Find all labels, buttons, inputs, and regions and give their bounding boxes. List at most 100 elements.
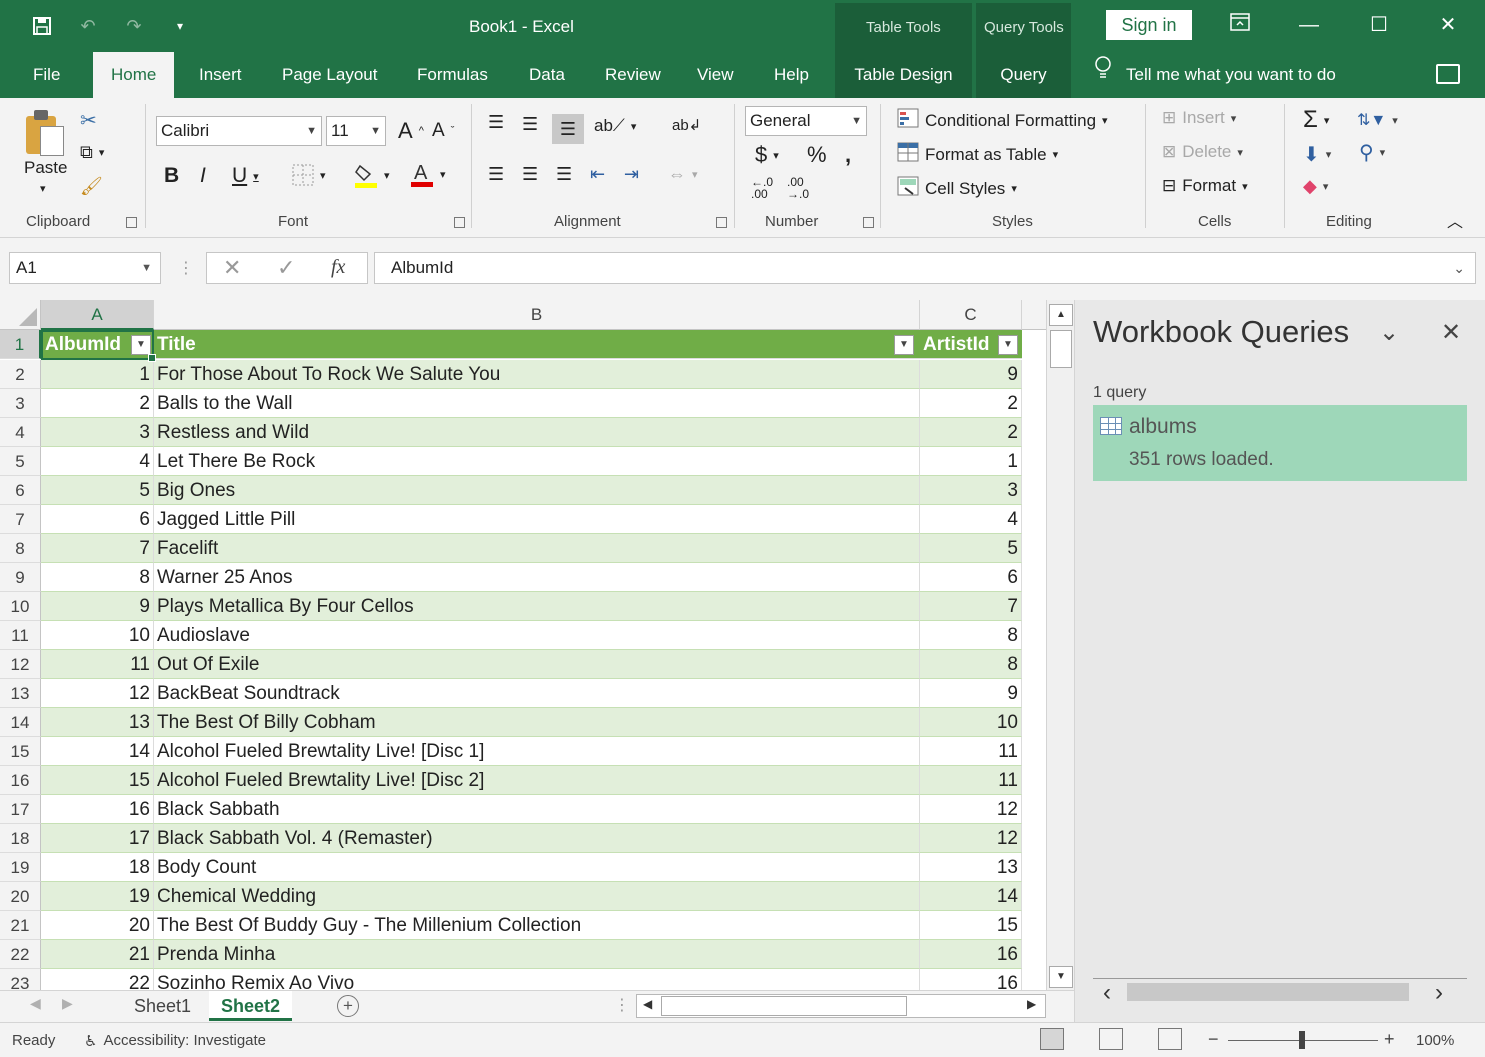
name-box[interactable]: A1 ▼ bbox=[9, 252, 161, 284]
cell-albumid[interactable]: 20 bbox=[41, 911, 154, 940]
comments-icon[interactable] bbox=[1436, 64, 1460, 84]
decrease-font-size-icon[interactable]: Aˇ bbox=[432, 120, 454, 142]
cell-artistid[interactable]: 9 bbox=[920, 679, 1022, 708]
cell-title[interactable]: Big Ones bbox=[154, 476, 920, 505]
scroll-up-icon[interactable]: ▲ bbox=[1049, 304, 1073, 326]
cell-artistid[interactable]: 1 bbox=[920, 447, 1022, 476]
cell-artistid[interactable]: 9 bbox=[920, 360, 1022, 389]
cell-title[interactable]: Warner 25 Anos bbox=[154, 563, 920, 592]
cell-albumid[interactable]: 22 bbox=[41, 969, 154, 990]
cell-title[interactable]: The Best Of Buddy Guy - The Millenium Co… bbox=[154, 911, 920, 940]
row-header[interactable]: 14 bbox=[0, 708, 41, 737]
cell-artistid[interactable]: 16 bbox=[920, 940, 1022, 969]
pane-scroll-left-icon[interactable]: ‹ bbox=[1103, 979, 1111, 1007]
cell-title[interactable]: BackBeat Soundtrack bbox=[154, 679, 920, 708]
cell-title[interactable]: Audioslave bbox=[154, 621, 920, 650]
wrap-text-icon[interactable]: ab↲ bbox=[672, 116, 701, 134]
scroll-left-icon[interactable]: ◀ bbox=[643, 997, 652, 1011]
cell-albumid[interactable]: 10 bbox=[41, 621, 154, 650]
cell-albumid[interactable]: 1 bbox=[41, 360, 154, 389]
insert-cells-button[interactable]: ⊞ Insert ▾ bbox=[1162, 108, 1236, 128]
pane-horizontal-scrollbar[interactable]: ‹ › bbox=[1093, 978, 1467, 1007]
autosum-icon[interactable]: Σ ▾ bbox=[1303, 106, 1329, 134]
align-right-icon[interactable]: ☰ bbox=[556, 164, 572, 185]
pane-scroll-right-icon[interactable]: › bbox=[1435, 979, 1443, 1007]
add-sheet-icon[interactable]: + bbox=[337, 995, 359, 1017]
cell-albumid[interactable]: 13 bbox=[41, 708, 154, 737]
cell-artistid[interactable]: 3 bbox=[920, 476, 1022, 505]
cell-albumid[interactable]: 15 bbox=[41, 766, 154, 795]
fill-icon[interactable]: ⬇ ▾ bbox=[1303, 142, 1331, 167]
cell-title[interactable]: Jagged Little Pill bbox=[154, 505, 920, 534]
cell-title[interactable]: Balls to the Wall bbox=[154, 389, 920, 418]
cell-artistid[interactable]: 2 bbox=[920, 389, 1022, 418]
pane-close-icon[interactable]: ✕ bbox=[1441, 318, 1461, 347]
cell-title[interactable]: Black Sabbath bbox=[154, 795, 920, 824]
cancel-icon[interactable]: ✕ bbox=[223, 255, 241, 281]
sheet-prev-icon[interactable]: ◀ bbox=[30, 995, 41, 1012]
middle-align-icon[interactable]: ☰ bbox=[522, 114, 538, 135]
tab-formulas[interactable]: Formulas bbox=[417, 52, 488, 98]
increase-font-size-icon[interactable]: A ^ bbox=[398, 118, 424, 144]
cell-title[interactable]: The Best Of Billy Cobham bbox=[154, 708, 920, 737]
paste-dropdown-icon[interactable]: ▾ bbox=[40, 182, 46, 195]
maximize-icon[interactable]: ☐ bbox=[1362, 10, 1396, 40]
cell-title[interactable]: Sozinho Remix Ao Vivo bbox=[154, 969, 920, 990]
select-all-button[interactable] bbox=[0, 300, 41, 330]
save-icon[interactable] bbox=[28, 12, 56, 40]
cell-title[interactable]: Body Count bbox=[154, 853, 920, 882]
format-painter-icon[interactable]: 🖌 bbox=[80, 176, 103, 197]
cell-title[interactable]: Restless and Wild bbox=[154, 418, 920, 447]
vertical-scrollbar[interactable]: ▲ ▼ bbox=[1046, 300, 1074, 990]
sheet-next-icon[interactable]: ▶ bbox=[62, 995, 73, 1012]
tab-table-design[interactable]: Table Design bbox=[835, 52, 972, 98]
alignment-launcher-icon[interactable] bbox=[716, 217, 727, 228]
cell-title[interactable]: Alcohol Fueled Brewtality Live! [Disc 2] bbox=[154, 766, 920, 795]
percent-icon[interactable]: % bbox=[807, 142, 827, 168]
cell-artistid[interactable]: 12 bbox=[920, 824, 1022, 853]
merge-center-icon[interactable]: ⇔ ▾ bbox=[668, 164, 698, 185]
cell-title[interactable]: Facelift bbox=[154, 534, 920, 563]
column-header-d[interactable] bbox=[1022, 300, 1046, 330]
row-header[interactable]: 13 bbox=[0, 679, 41, 708]
header-cell-artistid[interactable]: ArtistId ▼ bbox=[920, 330, 1022, 359]
font-launcher-icon[interactable] bbox=[454, 217, 465, 228]
comma-style-icon[interactable]: , bbox=[845, 142, 851, 168]
font-name-select[interactable]: Calibri ▼ bbox=[156, 116, 322, 146]
currency-icon[interactable]: $ ▾ bbox=[755, 142, 779, 168]
query-item-albums[interactable]: albums 351 rows loaded. bbox=[1093, 405, 1467, 481]
scroll-right-icon[interactable]: ▶ bbox=[1027, 997, 1036, 1011]
row-header[interactable]: 5 bbox=[0, 447, 41, 476]
cell-artistid[interactable]: 8 bbox=[920, 621, 1022, 650]
row-header[interactable]: 7 bbox=[0, 505, 41, 534]
cell-albumid[interactable]: 9 bbox=[41, 592, 154, 621]
redo-icon[interactable]: ↷ bbox=[120, 12, 148, 40]
number-launcher-icon[interactable] bbox=[863, 217, 874, 228]
cell-artistid[interactable]: 11 bbox=[920, 766, 1022, 795]
row-header[interactable]: 3 bbox=[0, 389, 41, 418]
row-header[interactable]: 12 bbox=[0, 650, 41, 679]
row-header[interactable]: 11 bbox=[0, 621, 41, 650]
cell-artistid[interactable]: 13 bbox=[920, 853, 1022, 882]
row-header[interactable]: 15 bbox=[0, 737, 41, 766]
cell-title[interactable]: Prenda Minha bbox=[154, 940, 920, 969]
decrease-indent-icon[interactable]: ⇤ bbox=[590, 164, 605, 185]
minimize-icon[interactable]: — bbox=[1292, 10, 1326, 40]
top-align-icon[interactable]: ☰ bbox=[488, 112, 504, 133]
row-header[interactable]: 8 bbox=[0, 534, 41, 563]
row-header[interactable]: 22 bbox=[0, 940, 41, 969]
align-left-icon[interactable]: ☰ bbox=[488, 164, 504, 185]
tab-view[interactable]: View bbox=[697, 52, 734, 98]
customize-qat-icon[interactable]: ▾ bbox=[166, 12, 194, 40]
format-cells-button[interactable]: ⊟ Format ▾ bbox=[1162, 176, 1248, 196]
insert-function-icon[interactable]: fx bbox=[331, 256, 345, 279]
italic-icon[interactable]: I bbox=[200, 164, 206, 188]
row-header[interactable]: 1 bbox=[0, 330, 41, 359]
paste-icon[interactable] bbox=[26, 110, 66, 156]
row-header[interactable]: 19 bbox=[0, 853, 41, 882]
horizontal-scrollbar[interactable]: ◀ ▶ bbox=[636, 994, 1046, 1018]
row-header[interactable]: 10 bbox=[0, 592, 41, 621]
cell-styles-button[interactable]: Cell Styles ▾ bbox=[897, 176, 1017, 201]
bottom-align-icon[interactable]: ☰ bbox=[552, 114, 584, 144]
row-header[interactable]: 17 bbox=[0, 795, 41, 824]
